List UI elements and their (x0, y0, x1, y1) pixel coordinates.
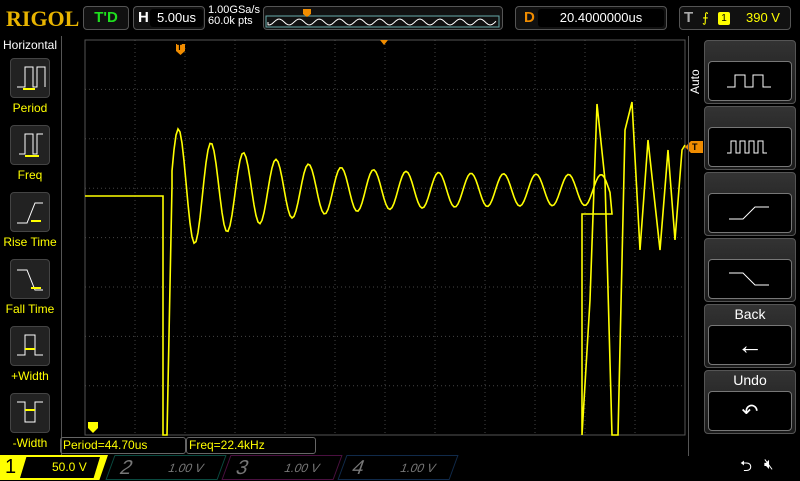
rising-edge-button[interactable] (704, 172, 796, 236)
rising-edge-icon (708, 193, 792, 233)
channel-1-number: 1 (5, 456, 17, 478)
square-wave-icon (708, 61, 792, 101)
pulse-wide-button[interactable] (704, 40, 796, 104)
channel-2-number: 2 (116, 457, 136, 479)
back-button[interactable]: Back ← (704, 304, 796, 368)
channel-2-tab[interactable]: 2 1.00 V (105, 455, 227, 480)
pulse-narrow-button[interactable] (704, 106, 796, 170)
falling-edge-icon (708, 259, 792, 299)
channel-4-tab[interactable]: 4 1.00 V (337, 455, 459, 480)
usb-icon: ⮌ (740, 458, 753, 475)
falling-edge-button[interactable] (704, 238, 796, 302)
channel-1-tab[interactable]: 1 50.0 V (0, 455, 108, 480)
measurement-freq: Freq=22.4kHz (186, 437, 316, 454)
waveform-display[interactable] (0, 0, 800, 480)
channel-1-ground-marker (88, 422, 98, 433)
speaker-muted-icon[interactable]: 🔇︎ (764, 456, 773, 473)
undo-button[interactable]: Undo ↶ (704, 370, 796, 434)
channel-3-tab[interactable]: 3 1.00 V (221, 455, 343, 480)
channel-3-scale: 1.00 V (282, 461, 323, 475)
trigger-marker-label: T (177, 43, 182, 52)
channel-4-number: 4 (348, 457, 368, 479)
back-arrow-icon: ← (708, 325, 792, 365)
measurement-period: Period=44.70us (60, 437, 186, 454)
channel-3-number: 3 (232, 457, 252, 479)
pulse-train-icon (708, 127, 792, 167)
undo-label: Undo (733, 372, 767, 388)
back-label: Back (734, 306, 766, 322)
channel-2-scale: 1.00 V (166, 461, 207, 475)
channel-1-scale: 50.0 V (20, 457, 100, 478)
channel-4-scale: 1.00 V (398, 461, 439, 475)
mode-label: Auto (688, 69, 702, 94)
undo-icon: ↶ (708, 391, 792, 431)
center-marker (380, 40, 388, 45)
